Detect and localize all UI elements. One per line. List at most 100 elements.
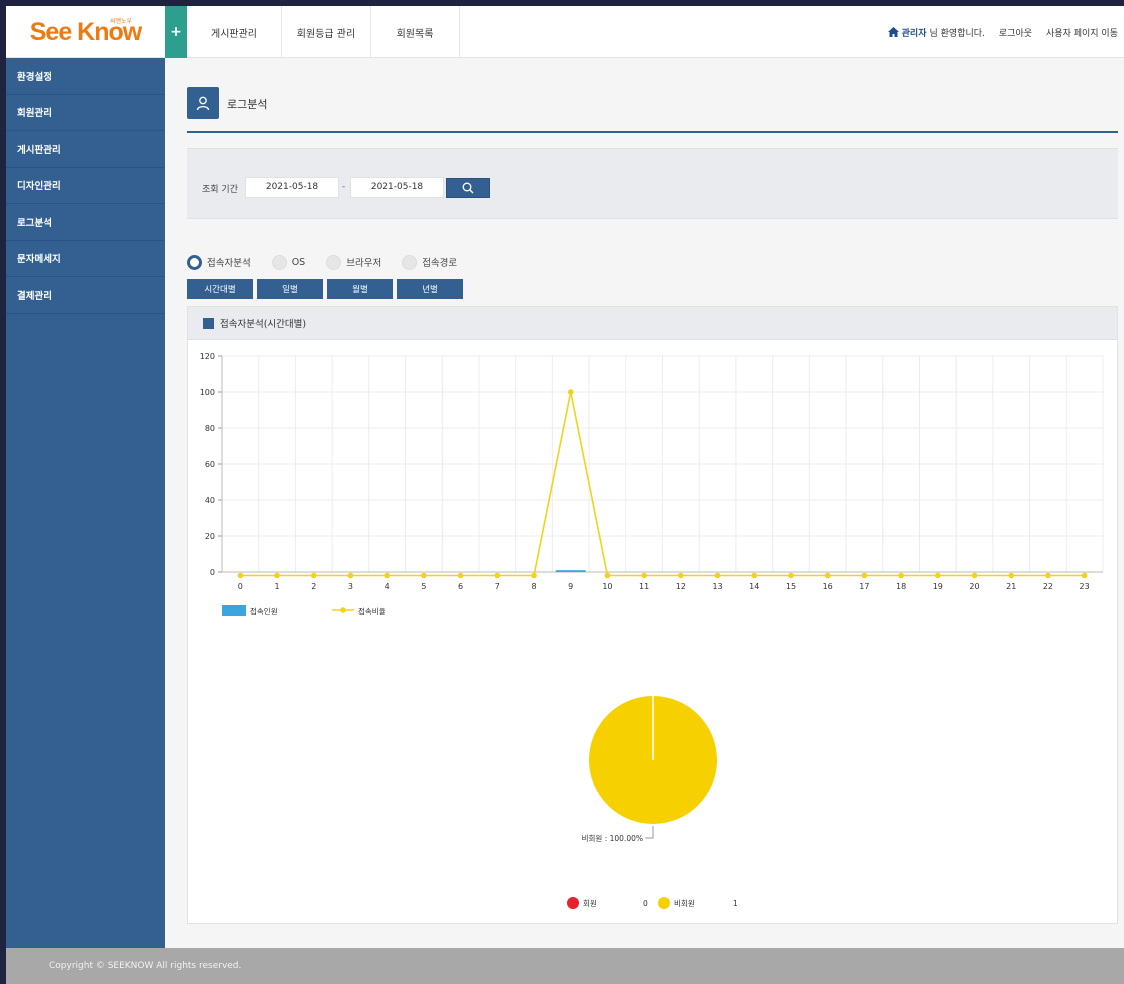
radio-label: 접속자분석 (207, 258, 251, 269)
line-point (824, 572, 831, 579)
app-frame: See Know 씨앤노우 + 게시판관리 회원등급 관리 회원목록 관리자 님… (6, 6, 1124, 984)
home-icon (887, 27, 899, 37)
yearly-button[interactable]: 년별 (397, 279, 463, 299)
legend-line-point (340, 607, 346, 613)
user-page-link[interactable]: 사용자 페이지 이동 (1046, 26, 1118, 39)
x-tick-label: 18 (896, 582, 906, 591)
legend-bar-swatch (222, 605, 246, 616)
x-tick-label: 1 (275, 582, 280, 591)
chart-area: 0204060801001200 1 2 3 4 5 6 7 8 9 10 11 12 13 14 15 16 1… (200, 352, 1104, 909)
line-point (274, 572, 280, 579)
hourly-button[interactable]: 시간대별 (187, 279, 253, 299)
x-tick-label: 17 (859, 582, 869, 591)
tab-board-management[interactable]: 게시판관리 (187, 6, 282, 58)
radio-browser[interactable]: 브라우저 (326, 254, 382, 270)
legend-member-label: 회원 (583, 899, 597, 908)
x-tick-label: 13 (712, 582, 722, 591)
radio-os[interactable]: OS (271, 254, 306, 270)
chart-panel-title: 접속자분석(시간대별) (220, 319, 307, 330)
line-point (641, 572, 647, 579)
radio-unchecked-icon (271, 254, 287, 270)
logout-link[interactable]: 로그아웃 (999, 26, 1032, 39)
line-point (714, 572, 721, 579)
welcome-suffix: 님 환영합니다. (929, 28, 985, 39)
y-tick-label: 100 (200, 388, 215, 397)
page-title: 로그분석 (227, 98, 268, 111)
footer: Copyright © SEEKNOW All rights reserved. (6, 948, 1124, 984)
top-tabs: 게시판관리 회원등급 관리 회원목록 (187, 6, 460, 58)
x-tick-label: 21 (1006, 582, 1016, 591)
logo[interactable]: See Know 씨앤노우 (6, 6, 165, 58)
line-point (678, 572, 684, 579)
sidebar-item-boards[interactable]: 게시판관리 (6, 131, 165, 168)
radio-label: OS (291, 256, 306, 268)
x-tick-label: 0 (238, 582, 243, 591)
x-tick-label: 14 (749, 582, 759, 591)
user-icon (187, 87, 219, 119)
legend-line-label: 접속비율 (358, 607, 386, 616)
sidebar-item-payment[interactable]: 결제관리 (6, 277, 165, 314)
x-tick-label: 5 (421, 582, 426, 591)
x-tick-label: 9 (568, 582, 573, 591)
line-point (531, 572, 537, 579)
daily-button[interactable]: 일별 (257, 279, 323, 299)
x-tick-label: 23 (1080, 582, 1090, 591)
search-button[interactable] (446, 178, 490, 198)
x-tick-label: 4 (385, 582, 390, 591)
line-point (384, 572, 390, 579)
x-tick-label: 10 (602, 582, 612, 591)
tab-member-list[interactable]: 회원목록 (371, 6, 460, 58)
analysis-type-radios: 접속자분석 OS 브라우저 접속경로 (187, 254, 478, 270)
y-tick-label: 60 (205, 460, 215, 469)
line-point (1045, 572, 1051, 579)
radio-label: 브라우저 (346, 258, 382, 269)
line-point (788, 572, 794, 579)
line-point (310, 572, 317, 579)
hourly-chart: 0204060801001200 1 2 3 4 5 6 7 8 9 10 11 12 13 14 15 16 1… (200, 352, 1104, 616)
sidebar-item-sms[interactable]: 문자메세지 (6, 241, 165, 277)
radio-referrer[interactable]: 접속경로 (402, 254, 458, 270)
search-panel: 조회 기간 2021-05-18 - 2021-05-18 (187, 148, 1118, 219)
period-buttons: 시간대별 일별 월별 년별 (187, 279, 463, 299)
legend-nonmember-dot (658, 897, 670, 909)
search-icon (462, 182, 474, 194)
legend-nonmember-value: 1 (733, 899, 738, 908)
monthly-button[interactable]: 월별 (327, 279, 393, 299)
add-tab-button[interactable]: + (165, 6, 187, 58)
main-content: 로그분석 조회 기간 2021-05-18 - 2021-05-18 접속자분석… (187, 58, 1118, 948)
x-tick-label: 2 (311, 582, 316, 591)
pie-slice-label: 비회원 : 100.00% (582, 834, 643, 843)
line-point (751, 572, 758, 579)
x-tick-label: 6 (458, 582, 463, 591)
period-label: 조회 기간 (202, 185, 238, 195)
y-tick-label: 20 (205, 532, 215, 541)
admin-name: 관리자 (901, 28, 927, 39)
start-date-input[interactable]: 2021-05-18 (245, 177, 339, 198)
sidebar-item-design[interactable]: 디자인관리 (6, 168, 165, 204)
radio-visitor-analysis[interactable]: 접속자분석 (187, 254, 251, 270)
radio-checked-icon (187, 254, 202, 270)
line-point (421, 572, 427, 579)
sidebar-item-members[interactable]: 회원관리 (6, 95, 165, 131)
date-separator: - (342, 182, 346, 192)
tab-member-grade[interactable]: 회원등급 관리 (282, 6, 371, 58)
sidebar-item-settings[interactable]: 환경설정 (6, 58, 165, 95)
top-header: See Know 씨앤노우 + 게시판관리 회원등급 관리 회원목록 관리자 님… (6, 6, 1124, 58)
legend-nonmember-label: 비회원 (674, 899, 695, 908)
logo-subtext: 씨앤노우 (110, 19, 133, 25)
line-point (347, 572, 354, 579)
x-tick-label: 8 (531, 582, 536, 591)
line-point (971, 572, 978, 579)
welcome-message: 관리자 님 환영합니다. (887, 26, 985, 39)
x-tick-label: 12 (676, 582, 686, 591)
x-tick-label: 16 (823, 582, 833, 591)
sidebar-item-log-analysis[interactable]: 로그분석 (6, 204, 165, 241)
header-user-area: 관리자 님 환영합니다. 로그아웃 사용자 페이지 이동 (887, 6, 1118, 58)
pie-label-leader (645, 826, 654, 839)
x-tick-label: 3 (348, 582, 353, 591)
line-point (898, 572, 904, 579)
end-date-input[interactable]: 2021-05-18 (350, 177, 444, 198)
radio-label: 접속경로 (422, 258, 458, 269)
x-tick-label: 7 (495, 582, 500, 591)
y-tick-label: 0 (210, 568, 215, 577)
